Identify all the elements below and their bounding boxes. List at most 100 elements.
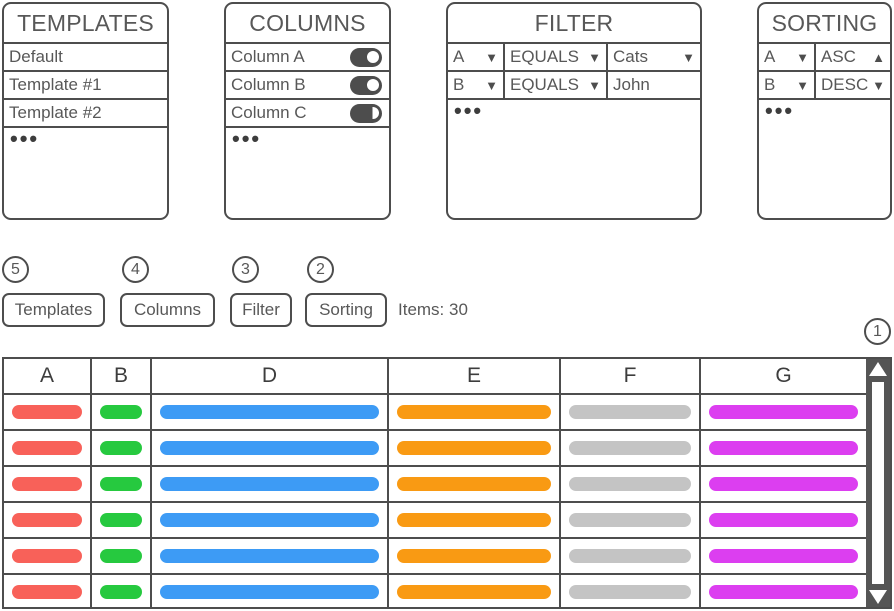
table-cell-b[interactable]: [92, 431, 152, 465]
table-cell-a[interactable]: [4, 431, 92, 465]
columns-button[interactable]: Columns: [120, 293, 215, 327]
filter-field-select[interactable]: A ▼: [448, 44, 505, 70]
templates-button[interactable]: Templates: [2, 293, 105, 327]
template-item[interactable]: Default: [4, 44, 167, 72]
column-header-a[interactable]: A: [4, 359, 92, 393]
filter-row: A ▼ EQUALS ▼ Cats ▼: [448, 44, 700, 72]
filter-panel-title: FILTER: [448, 4, 700, 44]
filter-value-select[interactable]: Cats ▼: [608, 44, 700, 70]
column-header-f[interactable]: F: [561, 359, 701, 393]
column-c-toggle[interactable]: [350, 103, 382, 123]
column-a-toggle[interactable]: [350, 47, 382, 67]
table-cell-g[interactable]: [701, 503, 866, 537]
column-header-g[interactable]: G: [701, 359, 866, 393]
cell-value-pill: [709, 549, 858, 563]
column-toggle-row[interactable]: Column B: [226, 72, 389, 100]
table-row[interactable]: [4, 539, 866, 575]
table-cell-d[interactable]: [152, 539, 389, 573]
column-label: Column C: [231, 103, 307, 122]
cell-value-pill: [397, 405, 551, 419]
marker-4: 4: [122, 256, 149, 283]
scrollbar-thumb[interactable]: [870, 380, 886, 586]
filter-operator-value: EQUALS: [510, 47, 579, 66]
table-row[interactable]: [4, 503, 866, 539]
columns-more-ellipsis[interactable]: •••: [226, 128, 389, 152]
sorting-button[interactable]: Sorting: [305, 293, 387, 327]
template-item[interactable]: Template #1: [4, 72, 167, 100]
cell-value-pill: [569, 477, 691, 491]
table-cell-b[interactable]: [92, 467, 152, 501]
cell-value-pill: [100, 513, 142, 527]
templates-panel-title: TEMPLATES: [4, 4, 167, 44]
table-cell-e[interactable]: [389, 575, 561, 607]
table-cell-b[interactable]: [92, 575, 152, 607]
table-cell-g[interactable]: [701, 575, 866, 607]
toggle-knob-icon: [364, 77, 381, 93]
filter-value: John: [613, 75, 650, 94]
table-row[interactable]: [4, 467, 866, 503]
cell-value-pill: [160, 441, 379, 455]
sorting-direction-select[interactable]: ASC ▲: [816, 44, 890, 70]
column-header-d[interactable]: D: [152, 359, 389, 393]
table-cell-g[interactable]: [701, 395, 866, 429]
template-item[interactable]: Template #2: [4, 100, 167, 128]
vertical-scrollbar[interactable]: [866, 359, 890, 607]
table-cell-e[interactable]: [389, 503, 561, 537]
cell-value-pill: [709, 513, 858, 527]
table-row[interactable]: [4, 575, 866, 607]
cell-value-pill: [160, 585, 379, 599]
columns-list: Column A Column B Column C •••: [226, 44, 389, 152]
table-cell-d[interactable]: [152, 431, 389, 465]
table-row[interactable]: [4, 431, 866, 467]
filter-operator-select[interactable]: EQUALS ▼: [505, 44, 608, 70]
table-cell-a[interactable]: [4, 539, 92, 573]
table-cell-b[interactable]: [92, 539, 152, 573]
table-cell-a[interactable]: [4, 503, 92, 537]
table-row[interactable]: [4, 395, 866, 431]
table-cell-f[interactable]: [561, 395, 701, 429]
table-cell-g[interactable]: [701, 539, 866, 573]
table-cell-e[interactable]: [389, 431, 561, 465]
table-cell-f[interactable]: [561, 503, 701, 537]
table-cell-e[interactable]: [389, 395, 561, 429]
filter-field-select[interactable]: B ▼: [448, 72, 505, 98]
scroll-up-arrow-icon[interactable]: [869, 362, 887, 376]
table-cell-e[interactable]: [389, 467, 561, 501]
column-toggle-row[interactable]: Column C: [226, 100, 389, 128]
table-cell-b[interactable]: [92, 503, 152, 537]
table-cell-d[interactable]: [152, 467, 389, 501]
filter-button[interactable]: Filter: [230, 293, 292, 327]
column-label: Column A: [231, 47, 305, 66]
table-cell-f[interactable]: [561, 431, 701, 465]
sorting-direction-select[interactable]: DESC ▼: [816, 72, 890, 98]
table-cell-a[interactable]: [4, 575, 92, 607]
toggle-knob-icon: [364, 49, 381, 65]
table-cell-a[interactable]: [4, 395, 92, 429]
column-b-toggle[interactable]: [350, 75, 382, 95]
scroll-down-arrow-icon[interactable]: [869, 590, 887, 604]
table-cell-d[interactable]: [152, 503, 389, 537]
table-cell-f[interactable]: [561, 539, 701, 573]
table-cell-b[interactable]: [92, 395, 152, 429]
filter-more-ellipsis[interactable]: •••: [448, 100, 700, 124]
table-cell-d[interactable]: [152, 395, 389, 429]
sorting-more-ellipsis[interactable]: •••: [759, 100, 890, 124]
templates-more-ellipsis[interactable]: •••: [4, 128, 167, 152]
columns-panel: COLUMNS Column A Column B Column C •••: [224, 2, 391, 220]
table-cell-d[interactable]: [152, 575, 389, 607]
table-cell-f[interactable]: [561, 575, 701, 607]
table-cell-a[interactable]: [4, 467, 92, 501]
column-header-e[interactable]: E: [389, 359, 561, 393]
column-header-b[interactable]: B: [92, 359, 152, 393]
table-cell-f[interactable]: [561, 467, 701, 501]
filter-operator-select[interactable]: EQUALS ▼: [505, 72, 608, 98]
sorting-field-select[interactable]: A ▼: [759, 44, 816, 70]
table-cell-g[interactable]: [701, 467, 866, 501]
filter-value-input[interactable]: John: [608, 72, 700, 98]
sorting-field-select[interactable]: B ▼: [759, 72, 816, 98]
sorting-direction-value: ASC: [821, 47, 856, 66]
table-cell-g[interactable]: [701, 431, 866, 465]
column-toggle-row[interactable]: Column A: [226, 44, 389, 72]
items-count-label: Items: 30: [398, 300, 468, 319]
table-cell-e[interactable]: [389, 539, 561, 573]
